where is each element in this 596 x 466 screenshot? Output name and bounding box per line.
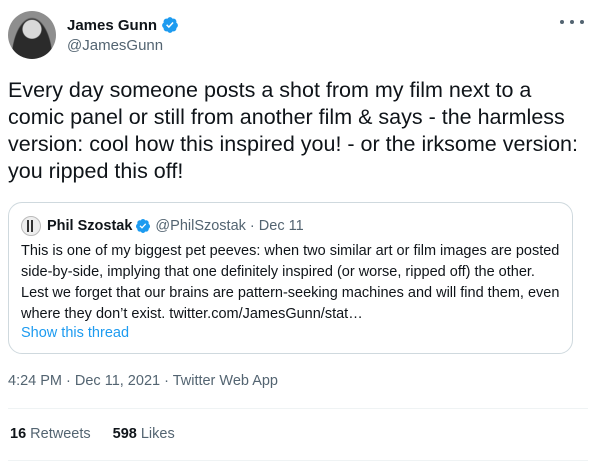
quoted-author-avatar [21,216,41,236]
quoted-tweet-card[interactable]: Phil Szostak @PhilSzostak · Dec 11 This … [8,202,573,354]
likes-stat[interactable]: 598 Likes [113,426,175,442]
retweets-stat[interactable]: 16 Retweets [10,426,91,442]
divider [8,408,588,409]
quoted-author-name: Phil Szostak [47,218,133,234]
author-name-row[interactable]: James Gunn [67,16,179,34]
divider [8,460,588,461]
retweets-label: Retweets [30,426,91,442]
retweets-count: 16 [10,426,27,442]
likes-label: Likes [140,426,175,442]
tweet-timestamp[interactable]: 4:24 PM · Dec 11, 2021 · Twitter Web App [8,373,278,389]
author-avatar[interactable] [8,11,56,59]
verified-badge-icon [136,219,151,233]
more-options-icon[interactable] [560,14,584,30]
quoted-handle-date: @PhilSzostak · Dec 11 [155,218,304,234]
tweet-text: Every day someone posts a shot from my f… [8,78,578,183]
verified-badge-icon [162,17,178,33]
author-name[interactable]: James Gunn [67,17,157,34]
author-handle[interactable]: @JamesGunn [67,37,163,54]
likes-count: 598 [112,426,137,442]
quoted-tweet-header: Phil Szostak @PhilSzostak · Dec 11 [21,216,304,236]
engagement-stats: 16 Retweets 598 Likes [10,426,175,442]
quoted-tweet-text: This is one of my biggest pet peeves: wh… [21,243,560,322]
show-thread-link[interactable]: Show this thread [21,325,129,341]
